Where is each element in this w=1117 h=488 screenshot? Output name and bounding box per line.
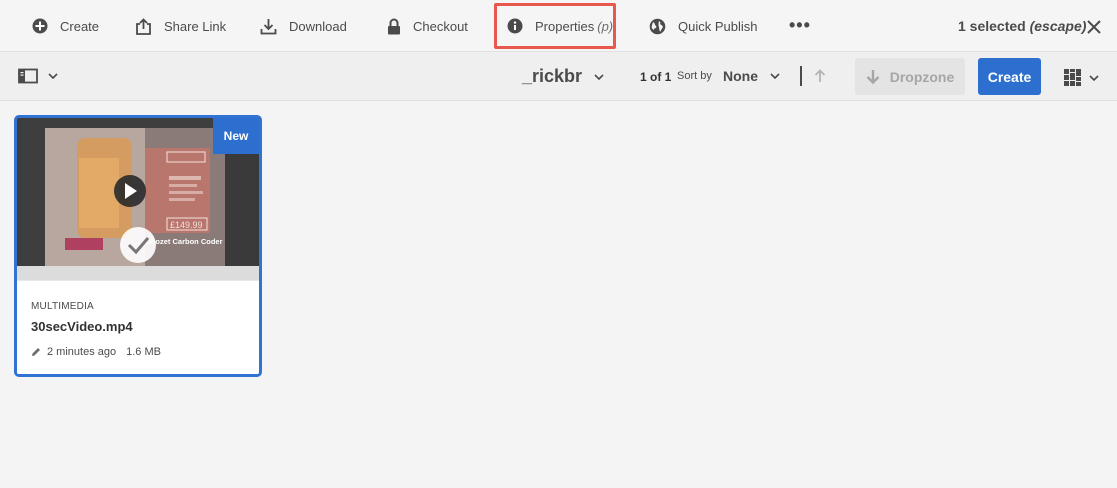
close-icon[interactable] <box>1085 18 1103 36</box>
sort-label: Sort by <box>677 70 712 82</box>
download-icon <box>260 18 277 34</box>
asset-modified: 2 minutes ago <box>47 346 117 358</box>
dropzone-button[interactable]: Dropzone <box>855 58 965 95</box>
rail-toggle-button[interactable] <box>18 68 58 84</box>
download-label: Download <box>289 18 347 34</box>
quick-publish-action[interactable]: Quick Publish <box>649 0 757 52</box>
sort-value: None <box>723 68 758 84</box>
share-icon <box>136 17 151 35</box>
sort-ascending-icon[interactable] <box>814 69 826 83</box>
asset-type: MULTIMEDIA <box>31 301 94 312</box>
pencil-icon <box>32 348 40 356</box>
folder-title-dropdown[interactable]: _rickbr <box>522 66 604 87</box>
view-switcher[interactable] <box>1064 69 1099 86</box>
action-bar: Create Share Link Download Checkout Prop… <box>0 0 1117 52</box>
chevron-down-icon <box>1089 74 1099 81</box>
properties-action[interactable]: Properties (p) <box>507 0 613 52</box>
sidebar-panel-icon <box>18 68 38 84</box>
selection-count: 1 selected <box>958 18 1026 34</box>
lock-icon <box>388 18 400 34</box>
globe-icon <box>649 18 666 34</box>
download-arrow-icon <box>866 69 880 84</box>
card-view-icon <box>1064 69 1081 86</box>
more-actions-button[interactable]: ••• <box>789 16 811 34</box>
download-action[interactable]: Download <box>260 0 347 52</box>
sort-select[interactable]: None <box>723 68 780 84</box>
asset-card[interactable]: £149.99 Ghozet Carbon Coder New MULTIMED… <box>14 115 262 377</box>
chevron-down-icon <box>48 73 58 79</box>
selection-escape-hint: (escape) <box>1029 18 1087 34</box>
info-icon <box>507 18 523 34</box>
plus-circle-icon <box>32 18 48 34</box>
create-action[interactable]: Create <box>32 0 99 52</box>
selection-status: 1 selected (escape) <box>958 18 1086 34</box>
asset-meta: 2 minutes ago 1.6 MB <box>31 346 161 358</box>
properties-label: Properties <box>535 18 595 34</box>
chevron-down-icon <box>770 73 780 79</box>
thumbnail-price: £149.99 <box>170 220 203 230</box>
secondary-toolbar: _rickbr 1 of 1 Sort by None Dropzone Cre… <box>0 52 1117 101</box>
quick-publish-label: Quick Publish <box>678 18 758 34</box>
new-badge: New <box>213 118 259 154</box>
thumbnail-caption: Ghozet Carbon Coder <box>145 237 223 246</box>
toolbar-divider <box>800 66 802 86</box>
page-info: 1 of 1 <box>640 70 672 84</box>
dropzone-label: Dropzone <box>889 68 955 85</box>
folder-title: _rickbr <box>522 66 583 86</box>
chevron-down-icon <box>594 73 604 80</box>
create-action-label: Create <box>60 18 100 34</box>
properties-shortcut: (p) <box>597 18 614 34</box>
asset-filename: 30secVideo.mp4 <box>31 319 133 334</box>
thumbnail-progress-bar <box>17 266 259 280</box>
card-info: MULTIMEDIA 30secVideo.mp4 2 minutes ago … <box>17 280 259 374</box>
checkout-action[interactable]: Checkout <box>387 0 468 52</box>
share-link-label: Share Link <box>164 18 227 34</box>
asset-size: 1.6 MB <box>126 346 161 358</box>
create-button[interactable]: Create <box>978 58 1041 95</box>
video-thumbnail[interactable]: £149.99 Ghozet Carbon Coder New <box>17 118 259 266</box>
share-link-action[interactable]: Share Link <box>135 0 226 52</box>
checkout-label: Checkout <box>413 18 468 34</box>
